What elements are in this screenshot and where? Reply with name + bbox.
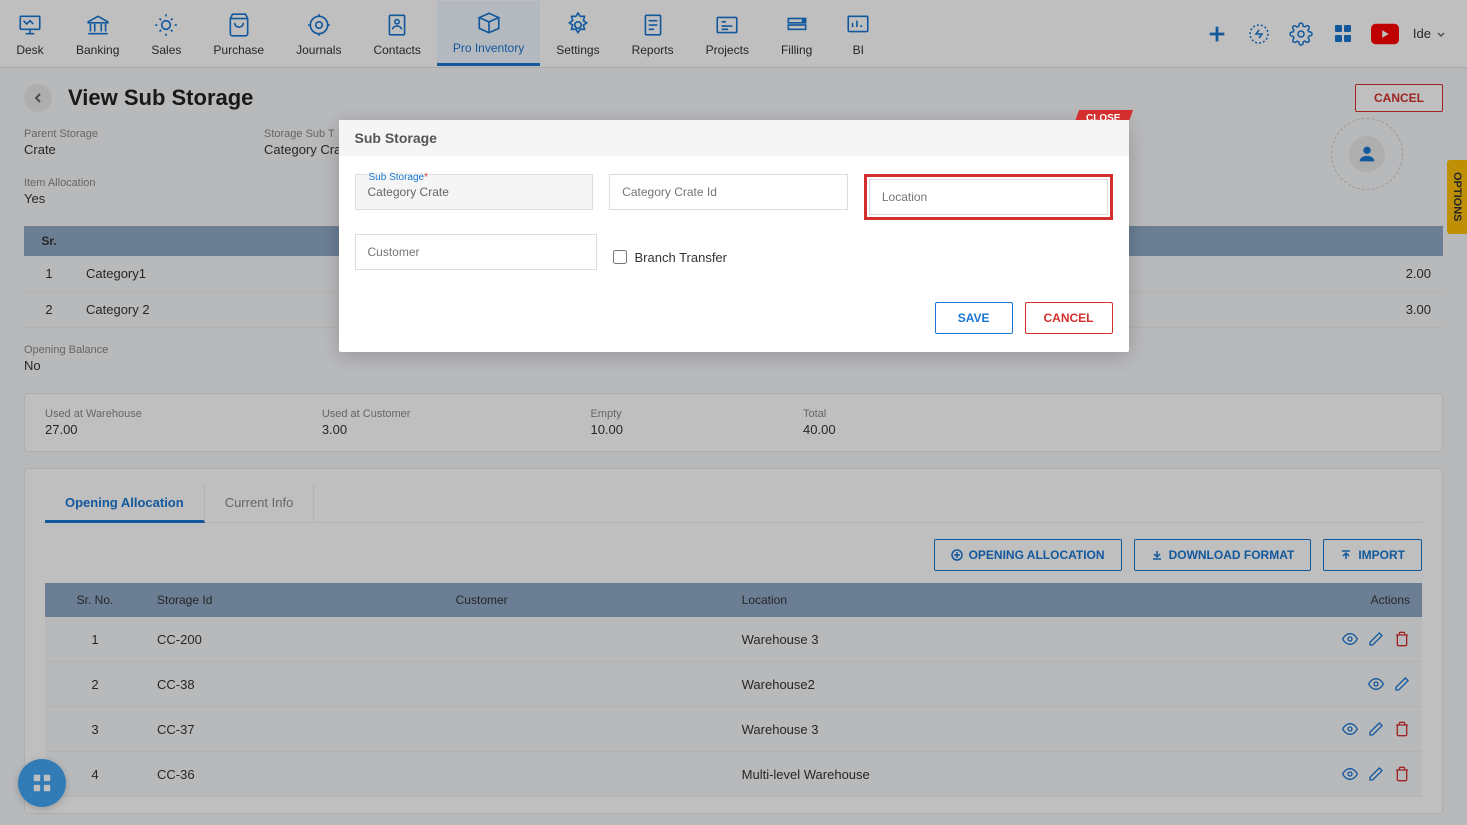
modal-save-button[interactable]: SAVE bbox=[935, 302, 1013, 334]
branch-transfer-label: Branch Transfer bbox=[635, 250, 728, 265]
location-input[interactable] bbox=[869, 179, 1108, 215]
sub-storage-modal: CLOSE Sub Storage Sub Storage* Branch Tr… bbox=[339, 120, 1129, 352]
crate-id-input[interactable] bbox=[609, 174, 848, 210]
modal-header: Sub Storage bbox=[339, 120, 1129, 156]
branch-transfer-field: Branch Transfer bbox=[613, 234, 855, 270]
modal-body: Sub Storage* Branch Transfer bbox=[339, 156, 1129, 302]
spacer bbox=[871, 234, 1113, 270]
sub-storage-label: Sub Storage* bbox=[367, 172, 431, 183]
customer-input[interactable] bbox=[355, 234, 597, 270]
modal-cancel-button[interactable]: CANCEL bbox=[1025, 302, 1113, 334]
branch-transfer-checkbox[interactable] bbox=[613, 250, 627, 264]
location-field bbox=[864, 174, 1113, 220]
crate-id-field bbox=[609, 174, 848, 220]
modal-row-2: Branch Transfer bbox=[355, 234, 1113, 270]
modal-footer: SAVE CANCEL bbox=[339, 302, 1129, 352]
modal-row-1: Sub Storage* bbox=[355, 174, 1113, 220]
customer-field bbox=[355, 234, 597, 270]
sub-storage-field: Sub Storage* bbox=[355, 174, 594, 220]
